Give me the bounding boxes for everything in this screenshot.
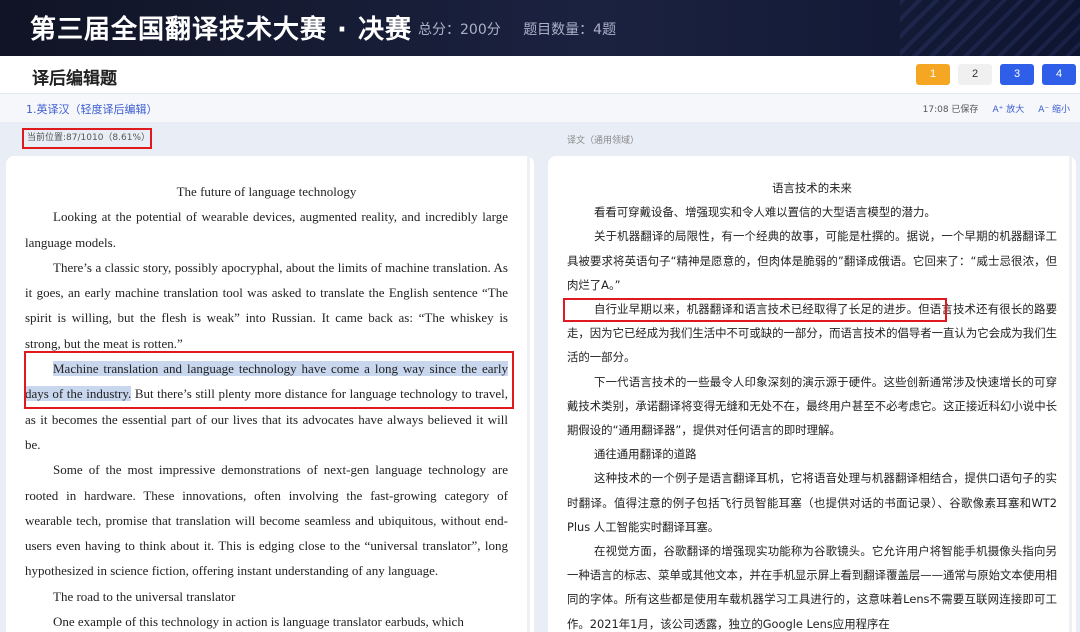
save-status: 17:08 已保存 [922,105,979,115]
top-banner: 第三届全国翻译技术大赛 · 决赛 总分：200分 题目数量：4题 [0,0,1080,56]
target-title: 语言技术的未来 [772,181,852,195]
source-paragraph: There’s a classic story, possibly apocry… [25,259,508,351]
source-paragraph: Some of the most impressive demonstratio… [25,462,508,579]
target-paragraph[interactable]: 自行业早期以来，机器翻译和语言技术已经取得了长足的进步。但语言技术还有很长的路要… [567,297,1057,370]
target-paragraph[interactable]: 看看可穿戴设备、增强现实和令人难以置信的大型语言模型的潜力。 [567,200,1057,224]
zoom-out-button[interactable]: A⁻ 缩小 [1038,102,1070,115]
source-paragraph: The road to the universal translator [53,588,236,604]
source-panel: The future of language technology Lookin… [6,156,534,632]
question-pager: 1 2 3 4 [916,64,1076,85]
target-label: 译文（通用领域） [567,136,640,146]
page-button-2[interactable]: 2 [958,64,992,85]
source-scrollbar[interactable] [527,156,530,632]
question-count: 题目数量：4题 [523,22,617,38]
source-title: The future of language technology [176,184,357,199]
target-scrollbar[interactable] [1069,156,1072,632]
target-paragraph[interactable]: 通往通用翻译的道路 [567,442,1057,466]
total-score: 总分：200分 [418,22,501,38]
target-panel: 语言技术的未来 看看可穿戴设备、增强现实和令人难以置信的大型语言模型的潜力。 关… [548,156,1076,632]
section-header: 译后编辑题 1 2 3 4 [0,56,1080,94]
task-tools: 17:08 已保存 A⁺ 放大 A⁻ 缩小 [923,102,1070,115]
source-paragraph: Machine translation and language technol… [25,356,508,457]
position-indicator: 当前位置:87/1010（8.61%） [22,128,152,149]
page-button-3[interactable]: 3 [1000,64,1034,85]
source-paragraph: One example of this technology in action… [53,614,464,630]
target-sentence-active[interactable]: 自行业早期以来，机器翻译和语言技术已经取得了长足的进步。 [594,302,918,316]
target-paragraph[interactable]: 关于机器翻译的局限性，有一个经典的故事，可能是杜撰的。据说，一个早期的机器翻译工… [567,224,1057,297]
source-paragraph: Looking at the potential of wearable dev… [25,209,508,250]
zoom-in-button[interactable]: A⁺ 放大 [992,102,1024,115]
contest-title: 第三届全国翻译技术大赛 · 决赛 [30,15,412,45]
target-paragraph[interactable]: 这种技术的一个例子是语言翻译耳机，它将语音处理与机器翻译相结合，提供口语句子的实… [567,466,1057,539]
target-text-editor[interactable]: 语言技术的未来 看看可穿戴设备、增强现实和令人难以置信的大型语言模型的潜力。 关… [567,176,1057,632]
page-button-4[interactable]: 4 [1042,64,1076,85]
source-text: The future of language technology Lookin… [25,179,508,632]
target-paragraph[interactable]: 在视觉方面，谷歌翻译的增强现实功能称为谷歌镜头。它允许用户将智能手机摄像头指向另… [567,539,1057,632]
target-paragraph[interactable]: 下一代语言技术的一些最令人印象深刻的演示源于硬件。这些创新通常涉及快速增长的可穿… [567,370,1057,443]
task-bar: 1.英译汉（轻度译后编辑） 17:08 已保存 A⁺ 放大 A⁻ 缩小 [0,94,1080,122]
section-title: 译后编辑题 [32,69,117,89]
banner-decoration [900,0,1080,56]
task-title: 1.英译汉（轻度译后编辑） [26,103,158,116]
page-button-1[interactable]: 1 [916,64,950,85]
contest-meta: 总分：200分 题目数量：4题 [418,19,634,39]
